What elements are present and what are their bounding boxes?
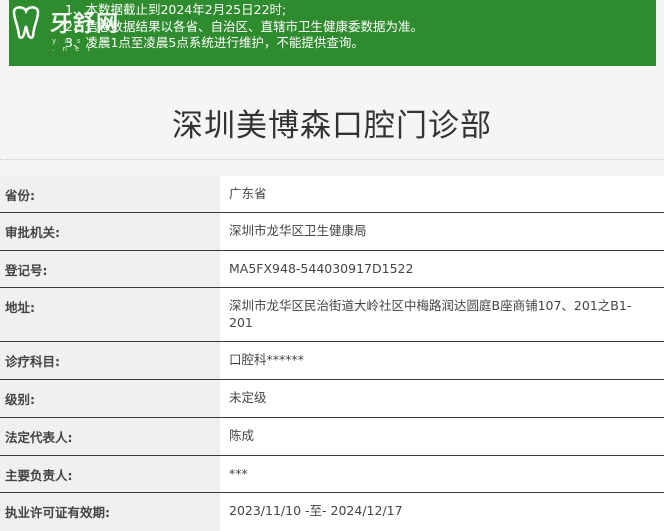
- row-value: ***: [220, 456, 664, 492]
- logo-sub-text: y a s h u . n e t: [52, 37, 109, 53]
- row-value: 口腔科******: [220, 342, 664, 379]
- table-row: 登记号: MA5FX948-544030917D1522: [0, 251, 664, 288]
- table-row: 地址: 深圳市龙华区民治街道大岭社区中梅路润达圆庭B座商铺107、201之B1-…: [0, 288, 664, 342]
- row-label: 级别:: [0, 380, 220, 417]
- table-row: 省份: 广东省: [0, 176, 664, 213]
- table-row: 级别: 未定级: [0, 380, 664, 418]
- table-row: 执业许可证有效期: 2023/11/10 -至- 2024/12/17: [0, 493, 664, 531]
- notice-line-2: 2、信息数据结果以各省、自治区、直辖市卫生健康委数据为准。: [65, 18, 423, 34]
- table-row: 主要负责人: ***: [0, 456, 664, 493]
- tooth-icon: [12, 6, 40, 39]
- notice-line-1: 1、本数据截止到2024年2月25日22时;: [65, 2, 287, 17]
- site-logo[interactable]: 牙舒网 y a s h u . n e t: [8, 4, 120, 53]
- row-label: 登记号:: [0, 251, 220, 287]
- row-label: 诊疗科目:: [0, 342, 220, 379]
- clinic-info-table: 省份: 广东省 审批机关: 深圳市龙华区卫生健康局 登记号: MA5FX948-…: [0, 176, 664, 531]
- table-row: 诊疗科目: 口腔科******: [0, 342, 664, 380]
- row-value: 广东省: [220, 176, 664, 212]
- clinic-name-title: 深圳美博森口腔门诊部: [172, 108, 492, 144]
- row-label: 法定代表人:: [0, 418, 220, 455]
- row-value: 深圳市龙华区民治街道大岭社区中梅路润达圆庭B座商铺107、201之B1-201: [220, 288, 664, 341]
- row-label: 省份:: [0, 176, 220, 212]
- row-label: 审批机关:: [0, 213, 220, 250]
- row-value: 深圳市龙华区卫生健康局: [220, 213, 664, 250]
- row-value: MA5FX948-544030917D1522: [220, 251, 664, 287]
- row-value: 陈成: [220, 418, 664, 455]
- row-label: 主要负责人:: [0, 456, 220, 492]
- table-row: 法定代表人: 陈成: [0, 418, 664, 456]
- table-row: 审批机关: 深圳市龙华区卫生健康局: [0, 213, 664, 251]
- row-value: 未定级: [220, 380, 664, 417]
- notice-line-3: 3、凌晨1点至凌晨5点系统进行维护，不能提供查询。: [65, 35, 364, 50]
- row-label: 执业许可证有效期:: [0, 493, 220, 531]
- title-divider: [0, 159, 664, 161]
- row-label: 地址:: [0, 288, 220, 341]
- logo-brand-text: 牙舒网: [50, 11, 120, 37]
- row-value: 2023/11/10 -至- 2024/12/17: [220, 493, 664, 531]
